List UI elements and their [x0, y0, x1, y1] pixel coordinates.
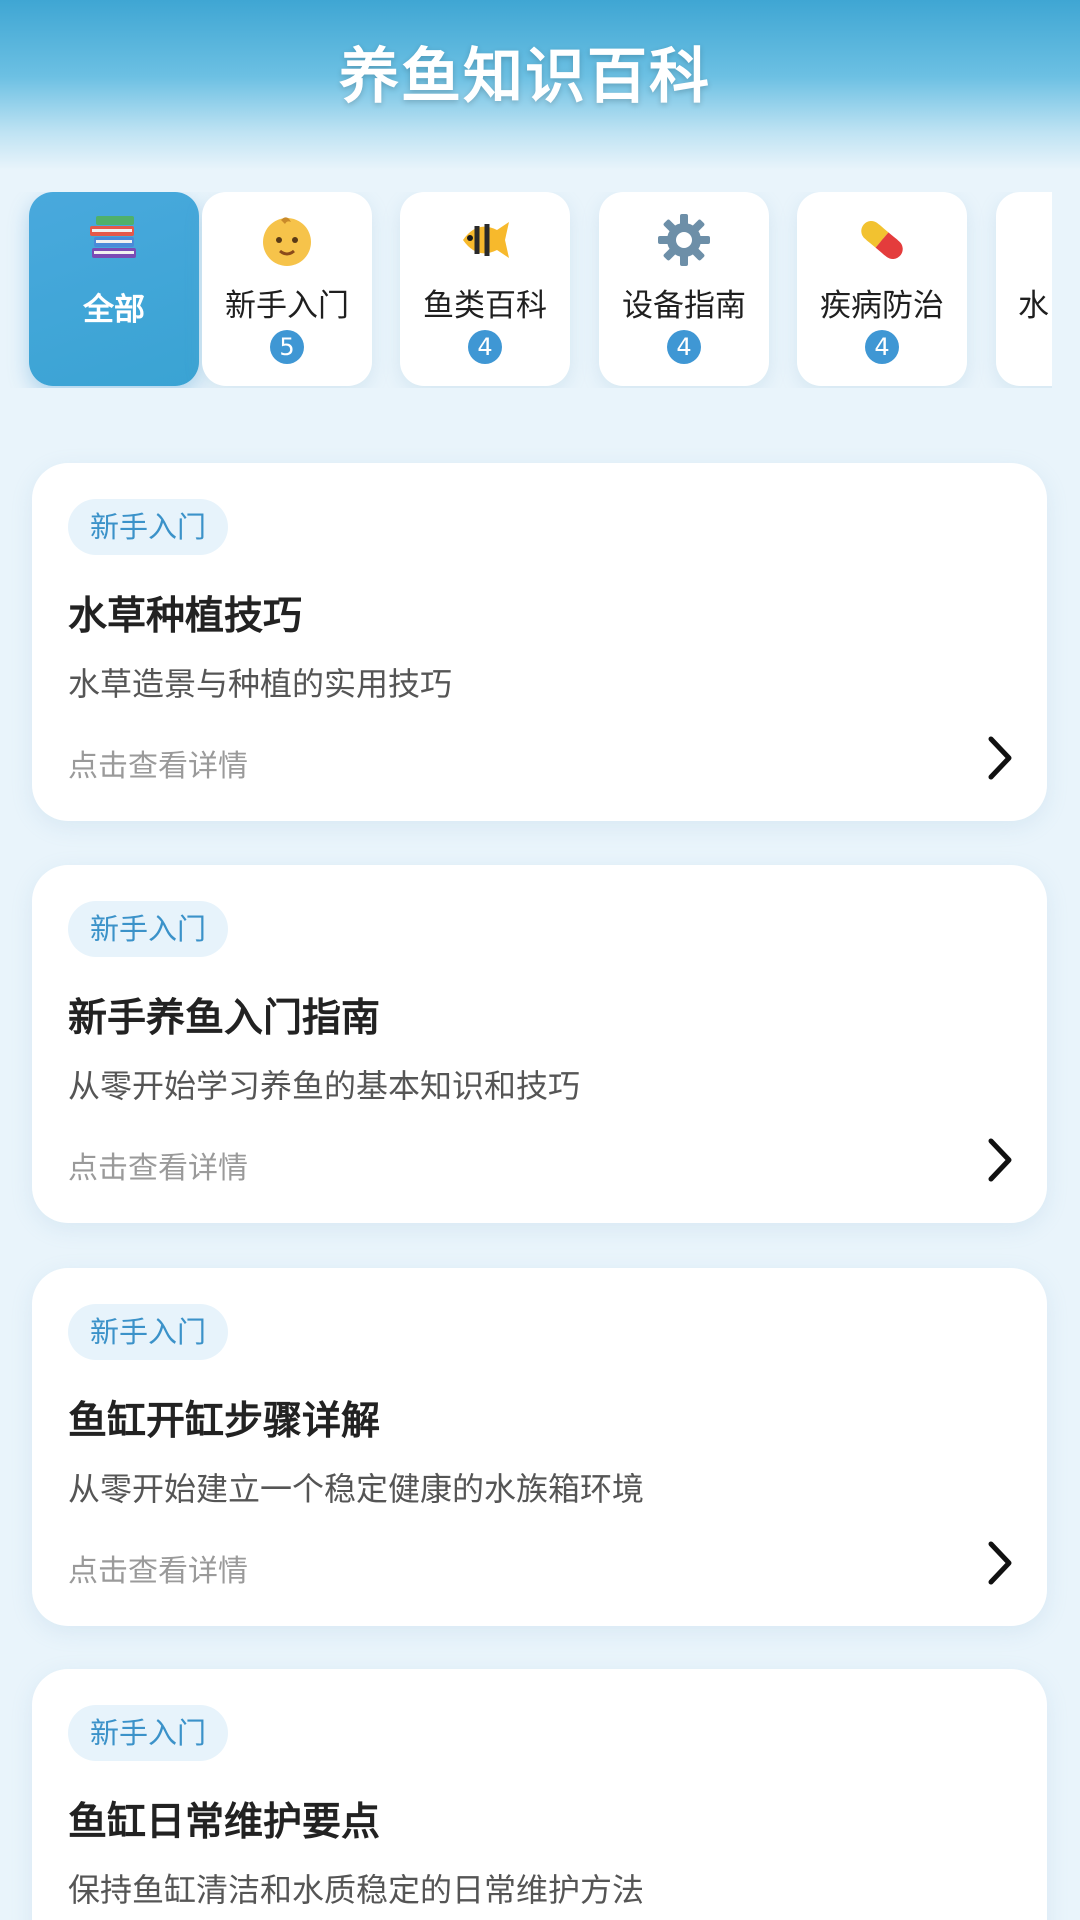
page-title: 养鱼知识百科: [339, 42, 711, 112]
view-details-link[interactable]: 点击查看详情: [68, 741, 248, 785]
category-tag: 新手入门: [68, 1304, 229, 1360]
pill-icon: [797, 210, 967, 270]
article-title: 新手养鱼入门指南: [68, 996, 381, 1041]
article-card[interactable]: 新手入门 水草种植技巧 水草造景与种植的实用技巧 点击查看详情: [32, 463, 1047, 821]
count-badge: 5: [270, 330, 304, 364]
article-title: 水草种植技巧: [68, 594, 303, 639]
article-description: 从零开始建立一个稳定健康的水族箱环境: [68, 1470, 645, 1508]
category-disease[interactable]: 疾病防治 4: [797, 192, 967, 386]
view-details-link[interactable]: 点击查看详情: [68, 1143, 248, 1187]
article-description: 从零开始学习养鱼的基本知识和技巧: [68, 1067, 581, 1105]
category-label: 疾病防治: [820, 288, 944, 324]
category-label: 新手入门: [225, 288, 349, 324]
article-card[interactable]: 新手入门 新手养鱼入门指南 从零开始学习养鱼的基本知识和技巧 点击查看详情: [32, 865, 1047, 1223]
baby-icon: [202, 210, 372, 270]
view-details-link[interactable]: 点击查看详情: [68, 1546, 248, 1590]
chevron-right-icon[interactable]: [983, 1536, 1017, 1590]
article-description: 水草造景与种植的实用技巧: [68, 665, 453, 703]
category-beginner[interactable]: 新手入门 5: [202, 192, 372, 386]
chevron-right-icon[interactable]: [983, 1133, 1017, 1187]
header-bar: 养鱼知识百科: [0, 0, 1080, 170]
category-all[interactable]: 全部: [29, 192, 199, 386]
article-card[interactable]: 新手入门 鱼缸开缸步骤详解 从零开始建立一个稳定健康的水族箱环境 点击查看详情: [32, 1268, 1047, 1626]
category-water[interactable]: 水: [996, 192, 1052, 386]
category-label: 鱼类百科: [423, 288, 547, 324]
category-strip[interactable]: 全部 新手入门 5 鱼类百科 4 设备指南 4 疾病防治 4 水: [0, 192, 1052, 388]
article-title: 鱼缸开缸步骤详解: [68, 1399, 381, 1444]
article-title: 鱼缸日常维护要点: [68, 1800, 381, 1845]
category-tag: 新手入门: [68, 499, 229, 555]
count-badge: 4: [865, 330, 899, 364]
category-tag: 新手入门: [68, 901, 229, 957]
category-label: 全部: [83, 292, 145, 328]
gear-icon: [599, 210, 769, 270]
tropical-fish-icon: [400, 210, 570, 270]
category-label: 设备指南: [622, 288, 746, 324]
category-equipment[interactable]: 设备指南 4: [599, 192, 769, 386]
count-badge: 4: [667, 330, 701, 364]
category-fish[interactable]: 鱼类百科 4: [400, 192, 570, 386]
article-description: 保持鱼缸清洁和水质稳定的日常维护方法: [68, 1871, 645, 1909]
article-card[interactable]: 新手入门 鱼缸日常维护要点 保持鱼缸清洁和水质稳定的日常维护方法: [32, 1669, 1047, 1920]
chevron-right-icon[interactable]: [983, 731, 1017, 785]
category-label: 水: [1018, 288, 1049, 324]
count-badge: 4: [468, 330, 502, 364]
category-tag: 新手入门: [68, 1705, 229, 1761]
books-icon: [29, 210, 199, 270]
